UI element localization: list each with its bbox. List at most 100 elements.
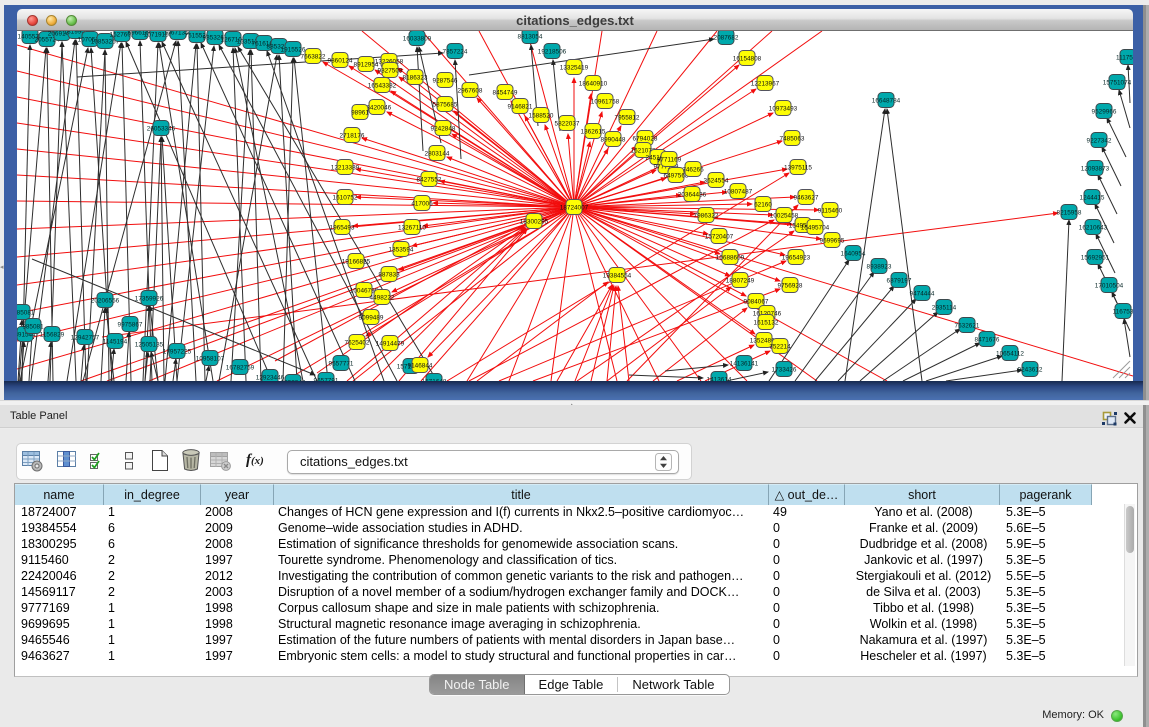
svg-text:10961758: 10961758: [591, 98, 620, 105]
svg-text:2803144: 2803144: [425, 150, 450, 157]
svg-text:17359926: 17359926: [135, 295, 164, 302]
svg-text:8813054: 8813054: [518, 33, 543, 40]
svg-text:1985081: 1985081: [17, 309, 35, 316]
svg-text:6794028: 6794028: [633, 135, 658, 142]
svg-text:98961: 98961: [351, 109, 369, 116]
svg-text:2967608: 2967608: [458, 87, 483, 94]
svg-text:13267110: 13267110: [398, 224, 426, 231]
svg-text:9771169: 9771169: [657, 156, 682, 163]
svg-text:8471676: 8471676: [975, 336, 1000, 343]
svg-text:19654923: 19654923: [782, 254, 811, 261]
svg-text:6879197: 6879197: [887, 277, 912, 284]
svg-text:116753: 116753: [1113, 308, 1133, 315]
svg-text:10807487: 10807487: [724, 188, 753, 195]
svg-text:752214: 752214: [769, 343, 791, 350]
svg-text:9529966: 9529966: [1092, 108, 1117, 115]
svg-text:1413614: 1413614: [707, 376, 732, 381]
svg-text:15751074: 15751074: [1103, 79, 1132, 86]
svg-text:10958107: 10958107: [196, 355, 225, 362]
svg-text:16033809: 16033809: [403, 35, 432, 42]
svg-text:9084067: 9084067: [744, 298, 769, 305]
svg-text:10688609: 10688609: [716, 254, 745, 261]
svg-text:9146844: 9146844: [408, 362, 433, 369]
svg-text:887833: 887833: [378, 271, 400, 278]
svg-text:9242848: 9242848: [431, 125, 456, 132]
svg-text:7986322: 7986322: [694, 212, 719, 219]
svg-text:1156829: 1156829: [40, 331, 65, 338]
svg-text:3624554: 3624554: [704, 177, 729, 184]
svg-text:2718176: 2718176: [340, 132, 365, 139]
svg-text:9227342: 9227342: [1087, 137, 1112, 144]
svg-text:746266: 746266: [682, 166, 704, 173]
svg-text:7485063: 7485063: [780, 135, 805, 142]
svg-text:18640910: 18640910: [579, 80, 608, 87]
svg-text:1244415: 1244415: [1080, 194, 1105, 201]
svg-text:18807249: 18807249: [726, 277, 755, 284]
svg-text:1145194: 1145194: [103, 338, 128, 345]
svg-text:9699695: 9699695: [820, 237, 845, 244]
svg-text:13975115: 13975115: [784, 164, 812, 171]
svg-text:2935114: 2935114: [932, 304, 957, 311]
svg-text:15495704: 15495704: [801, 224, 830, 231]
svg-text:9756928: 9756928: [778, 282, 803, 289]
svg-text:8938923: 8938923: [867, 263, 892, 270]
svg-text:4498222: 4498222: [370, 294, 395, 301]
svg-text:1353594: 1353594: [389, 246, 414, 253]
svg-text:12505135: 12505135: [135, 341, 164, 348]
svg-text:18300295: 18300295: [520, 218, 549, 225]
svg-text:1615132: 1615132: [754, 319, 779, 326]
svg-text:9146821: 9146821: [508, 103, 533, 110]
svg-text:7632621: 7632621: [955, 322, 980, 329]
svg-text:20206556: 20206556: [91, 297, 120, 304]
svg-text:9657771: 9657771: [329, 360, 354, 367]
svg-text:5875685: 5875685: [433, 101, 458, 108]
svg-text:15720407: 15720407: [705, 233, 734, 240]
svg-text:7955812: 7955812: [615, 114, 640, 121]
svg-text:8427552: 8427552: [417, 176, 442, 183]
svg-text:9657791: 9657791: [314, 377, 339, 381]
svg-text:9099489: 9099489: [359, 314, 384, 321]
svg-text:985081: 985081: [22, 323, 44, 330]
svg-text:16782759: 16782759: [226, 364, 255, 371]
svg-text:14136141: 14136141: [730, 360, 759, 367]
svg-text:9115460: 9115460: [818, 207, 843, 214]
svg-text:14914479: 14914479: [376, 340, 405, 347]
svg-text:1292344: 1292344: [281, 379, 306, 381]
svg-text:12213967: 12213967: [751, 80, 780, 87]
svg-text:26053346: 26053346: [147, 125, 176, 132]
svg-text:417006: 417006: [411, 200, 433, 207]
svg-text:1362615: 1362615: [581, 128, 606, 135]
svg-text:7625402: 7625402: [345, 339, 370, 346]
svg-text:8990448: 8990448: [601, 136, 626, 143]
svg-text:9327508: 9327508: [378, 67, 403, 74]
svg-text:7663822: 7663822: [301, 53, 326, 60]
svg-text:5822037: 5822037: [555, 120, 580, 127]
svg-text:1571648: 1571648: [422, 378, 447, 381]
svg-text:7857224: 7857224: [443, 48, 468, 55]
svg-text:9243612: 9243612: [1018, 366, 1043, 373]
svg-text:16210643: 16210643: [1079, 224, 1108, 231]
svg-text:19166825: 19166825: [342, 258, 371, 265]
svg-text:12093873: 12093873: [1081, 165, 1110, 172]
svg-text:2087682: 2087682: [714, 34, 739, 41]
svg-text:20364436: 20364436: [678, 191, 707, 198]
svg-text:1640954: 1640954: [841, 250, 866, 257]
svg-text:16543382: 16543382: [368, 82, 397, 89]
svg-text:9860124: 9860124: [328, 57, 353, 64]
svg-text:16154808: 16154808: [733, 55, 762, 62]
svg-text:8454749: 8454749: [493, 89, 518, 96]
svg-text:9474444: 9474444: [910, 290, 935, 297]
svg-text:1588520: 1588520: [529, 112, 554, 119]
svg-text:1733426: 1733426: [772, 366, 797, 373]
svg-text:8215958: 8215958: [1057, 209, 1082, 216]
svg-text:12213389: 12213389: [331, 164, 360, 171]
svg-text:18724007: 18724007: [560, 204, 589, 211]
svg-text:62160: 62160: [754, 201, 772, 208]
svg-text:1117524: 1117524: [1116, 54, 1133, 61]
svg-text:12942757: 12942757: [71, 334, 100, 341]
svg-text:13325419: 13325419: [560, 64, 589, 71]
svg-text:17010504: 17010504: [1095, 282, 1124, 289]
svg-text:1965493: 1965493: [330, 224, 355, 231]
svg-text:10973493: 10973493: [769, 105, 798, 112]
svg-text:19384554: 19384554: [603, 272, 632, 279]
